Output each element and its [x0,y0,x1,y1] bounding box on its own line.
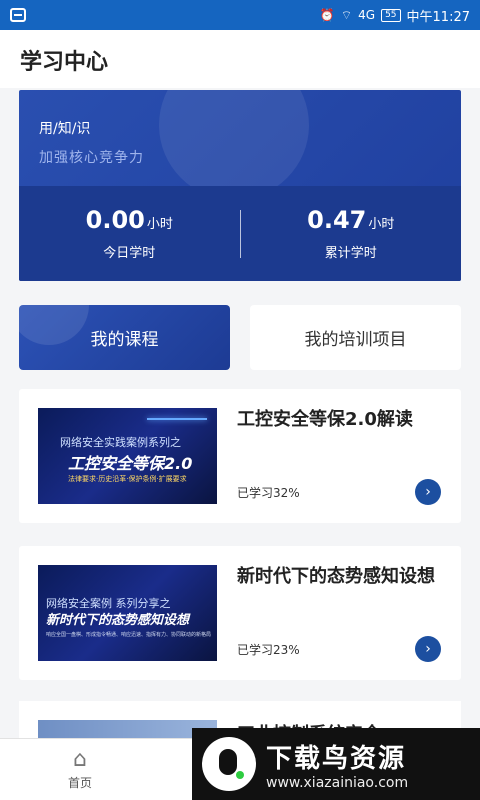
thumbnail-line3: 法律要求·历史沿革·保护条例·扩展要求 [68,475,187,483]
watermark-url: www.xiazainiao.com [266,774,409,791]
course-progress: 已学习32% [237,486,300,500]
tab-decoration [19,305,89,345]
nav-home-label: 首页 [67,776,92,790]
tab-my-courses[interactable]: 我的课程 [19,305,230,370]
study-stats: 0.00 小时 今日学时 0.47 小时 累计学时 [19,186,461,281]
watermark-logo-icon [202,737,256,791]
total-hours-unit: 小时 [368,217,395,232]
nav-home[interactable]: ⌂ 首页 [55,747,105,791]
thumbnail-decoration [147,418,207,420]
watermark-name: 下载鸟资源 [266,743,407,774]
status-bar: ⏰ ⌔ 4G 55 中午11:27 [0,0,480,30]
total-hours-value: 0.47 [307,206,367,234]
banner-decoration [159,90,309,200]
course-thumbnail: 网络安全案例 系列分享之 新时代下的态势感知设想 响应全国一盘棋、形成指令畅通、… [38,565,217,661]
course-card[interactable]: 网络安全案例 系列分享之 新时代下的态势感知设想 响应全国一盘棋、形成指令畅通、… [19,546,461,680]
alarm-icon: ⏰ [319,8,335,22]
course-title: 工控安全等保2.0解读 [237,409,413,430]
total-hours-stat: 0.47 小时 累计学时 [241,206,462,261]
tab-my-training-projects[interactable]: 我的培训项目 [250,305,461,370]
course-progress: 已学习23% [237,643,300,657]
battery-icon: 55 [381,8,401,22]
banner-subtitle: 加强核心竞争力 [39,150,144,166]
course-thumbnail: 网络安全实践案例系列之 工控安全等保2.0 法律要求·历史沿革·保护条例·扩展要… [38,408,217,504]
chevron-right-icon: › [425,484,431,500]
signal-label: 4G [358,8,376,22]
open-course-button[interactable]: › [415,479,441,505]
thumbnail-line2: 工控安全等保2.0 [68,454,193,473]
page-title: 学习中心 [20,50,109,75]
thumbnail-line1: 网络安全实践案例系列之 [60,436,181,449]
home-icon: ⌂ [73,747,87,772]
tab-my-training-projects-label: 我的培训项目 [304,330,407,350]
study-summary-banner: 用/知/识 加强核心竞争力 0.00 小时 今日学时 0.47 小时 累计学时 [19,90,461,281]
today-hours-unit: 小时 [146,217,173,232]
app-notification-icon [10,8,26,22]
clock: 中午11:27 [406,9,470,25]
watermark-text: 下载鸟资源 www.xiazainiao.com [266,738,408,791]
status-icons: ⏰ ⌔ 4G 55 中午11:27 [320,6,470,25]
today-hours-label: 今日学时 [103,246,156,261]
watermark: 下载鸟资源 www.xiazainiao.com [192,728,480,800]
header: 学习中心 [0,30,480,88]
tab-my-courses-label: 我的课程 [90,330,159,350]
today-hours-stat: 0.00 小时 今日学时 [19,206,240,261]
thumbnail-line2: 新时代下的态势感知设想 [46,613,190,628]
course-card[interactable]: 网络安全实践案例系列之 工控安全等保2.0 法律要求·历史沿革·保护条例·扩展要… [19,389,461,523]
total-hours-label: 累计学时 [324,246,377,261]
open-course-button[interactable]: › [415,636,441,662]
today-hours-value: 0.00 [85,206,145,234]
wifi-icon: ⌔ [340,7,353,22]
banner-topline: 用/知/识 [39,121,91,137]
thumbnail-line3: 响应全国一盘棋、形成指令畅通、响应迅速、指挥有力、协同联动的新格局 [46,632,212,638]
course-title: 新时代下的态势感知设想 [237,566,435,587]
chevron-right-icon: › [425,641,431,657]
